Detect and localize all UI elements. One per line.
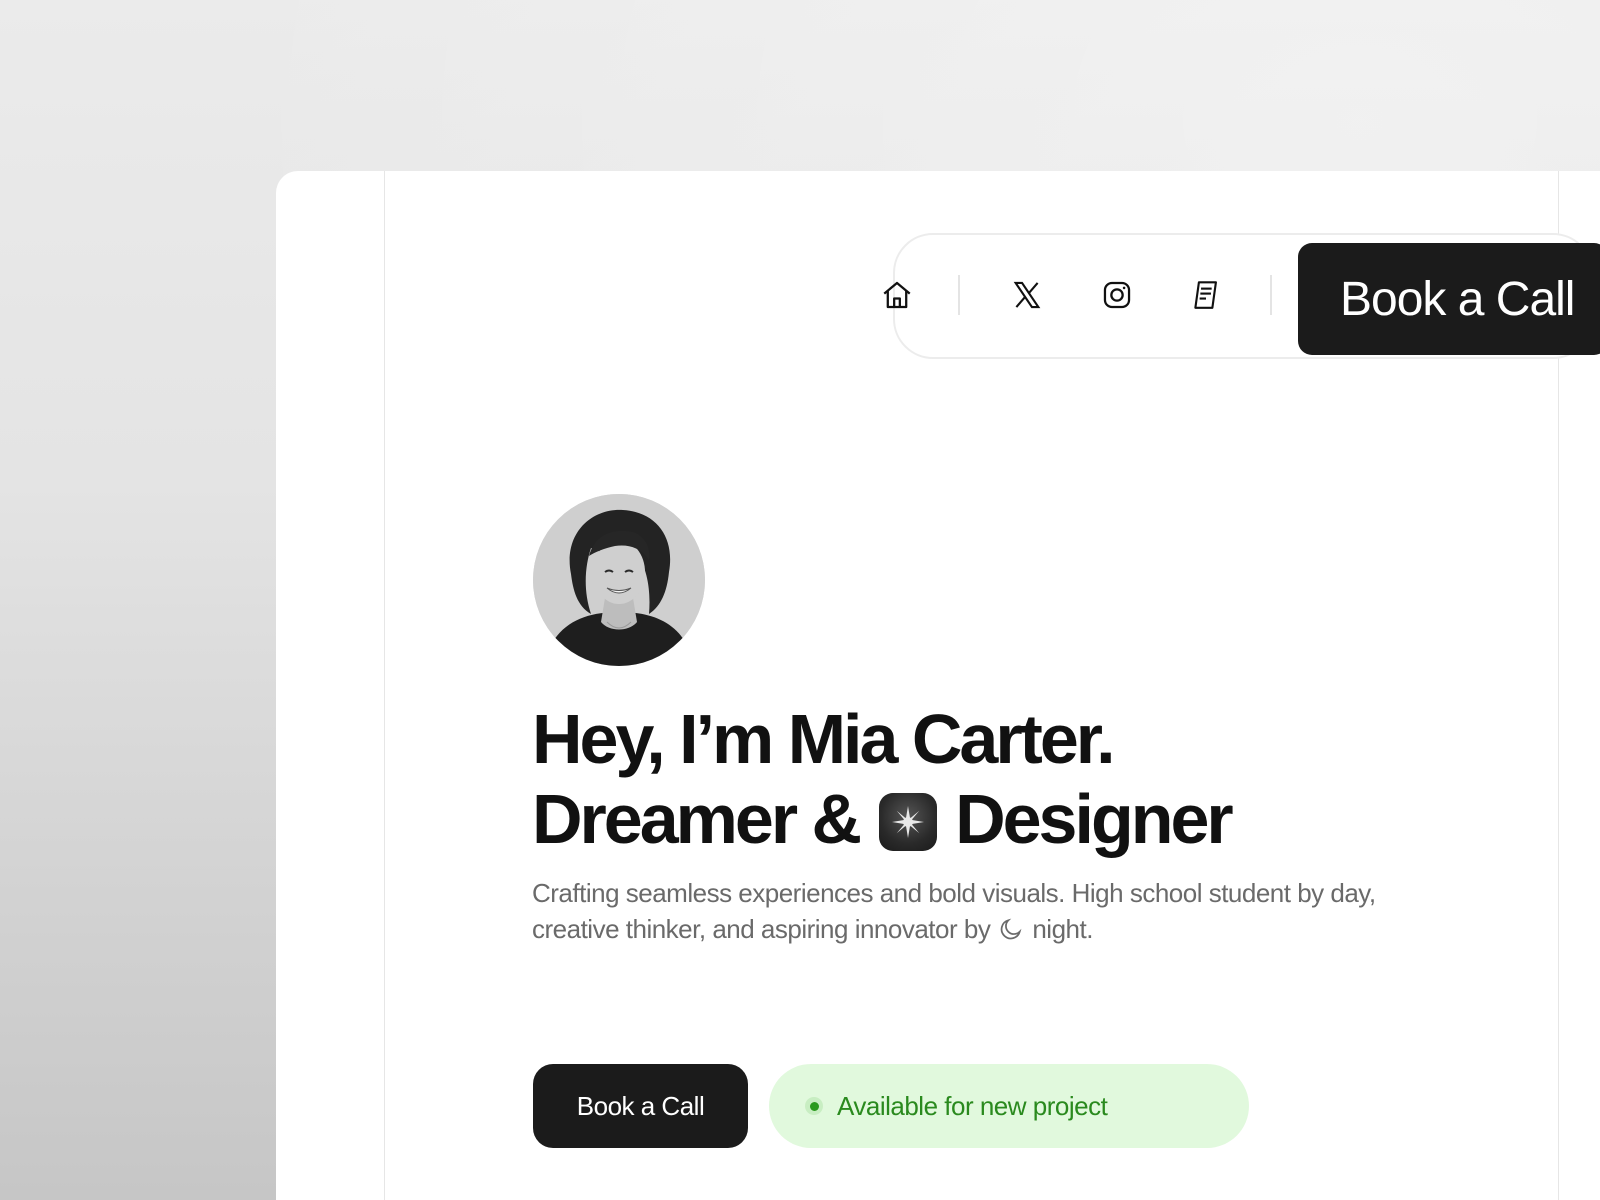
availability-status-label: Available for new project — [837, 1090, 1108, 1121]
hero-title: Hey, I’m Mia Carter. Dreamer & Designer — [532, 699, 1234, 859]
status-dot-icon — [805, 1097, 823, 1115]
availability-status-badge: Available for new project — [769, 1064, 1249, 1148]
hero-title-dreamer: Dreamer & — [532, 780, 862, 858]
instagram-icon[interactable] — [1097, 275, 1137, 315]
hero-description-text: Crafting seamless experiences and bold v… — [532, 878, 1376, 944]
sparkle-badge-icon — [879, 793, 938, 851]
x-logo-icon[interactable] — [1007, 275, 1047, 315]
layout-guide-left — [384, 171, 385, 1200]
hero-description: Crafting seamless experiences and bold v… — [532, 875, 1392, 947]
hero-description-night: night. — [1032, 914, 1093, 944]
website-preview-window: Book a Call Hey, I’m Mia Carter. Dreamer… — [276, 171, 1600, 1200]
notes-icon[interactable] — [1186, 275, 1226, 315]
home-icon[interactable] — [877, 275, 917, 315]
avatar — [533, 494, 705, 666]
hero-title-line-2: Dreamer & Designer — [532, 779, 1234, 859]
nav-divider — [1270, 275, 1272, 315]
hero-title-line-1: Hey, I’m Mia Carter. — [532, 700, 1116, 778]
nav-book-call-button[interactable]: Book a Call — [1298, 243, 1600, 355]
nav-divider — [958, 275, 960, 315]
book-call-button[interactable]: Book a Call — [533, 1064, 748, 1148]
moon-icon — [998, 915, 1024, 941]
hero-title-designer: Designer — [955, 780, 1234, 858]
